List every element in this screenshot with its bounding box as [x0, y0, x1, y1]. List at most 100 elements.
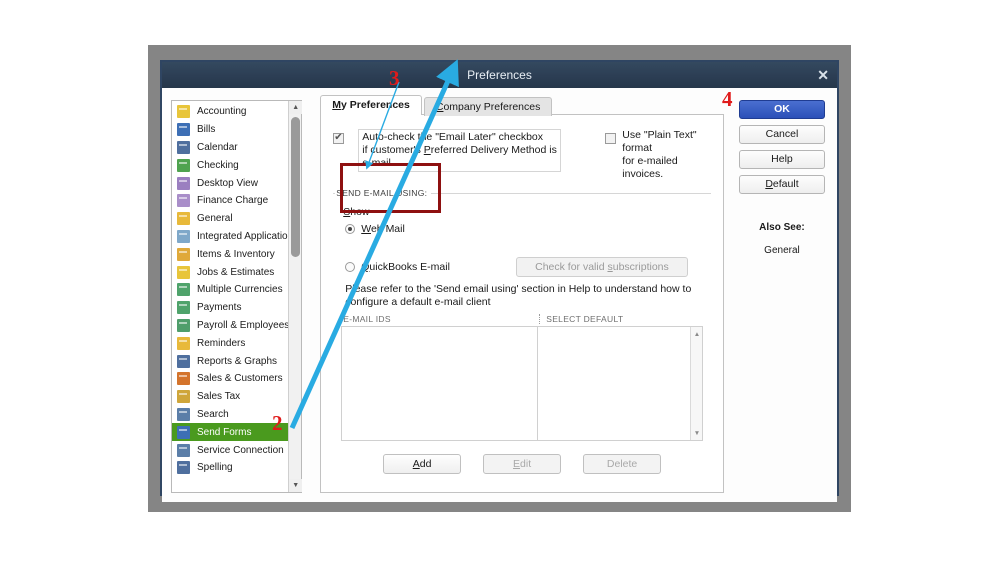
webmail-option-row[interactable]: Web Mail	[345, 223, 703, 235]
sidebar-item-label: Payroll & Employees	[197, 319, 290, 331]
sidebar-item-service-connection[interactable]: Service Connection	[172, 441, 301, 459]
preferences-category-sidebar: Accounting Bills Calendar Checking Desktop V…	[171, 100, 303, 493]
dialog-title-bar: Preferences ✕	[162, 62, 837, 88]
scroll-up-arrow-icon[interactable]: ▲	[691, 328, 703, 340]
column-header-select-default: SELECT DEFAULT	[539, 314, 623, 324]
sidebar-scrollbar-thumb[interactable]	[291, 117, 301, 257]
checkbox-row: Auto-check the "Email Later" checkbox if…	[333, 129, 711, 181]
quickbooks-email-option-row[interactable]: QuickBooks E-mail Check for valid subscr…	[345, 257, 703, 277]
sidebar-item-integrated-applications[interactable]: Integrated Applications	[172, 228, 301, 246]
sidebar-item-label: Checking	[197, 159, 239, 171]
sidebar-item-label: Integrated Applications	[197, 230, 299, 242]
close-icon[interactable]: ✕	[817, 62, 829, 88]
cancel-button[interactable]: Cancel	[738, 125, 825, 144]
also-see-general-link[interactable]: General	[764, 245, 800, 256]
edit-button[interactable]: Edit	[483, 454, 562, 474]
tab-my-preferences-label: y Preferences	[340, 99, 410, 111]
tab-company-preferences[interactable]: Company Preferences	[423, 97, 553, 116]
plain-text-format-label: Use "Plain Text" format for e-mailed inv…	[622, 129, 711, 181]
email-list-scrollbar[interactable]: ▲ ▼	[689, 327, 703, 440]
sidebar-item-label: Calendar	[197, 141, 238, 153]
sidebar-item-checking[interactable]: Checking	[172, 156, 301, 174]
default-button-accel: D	[765, 178, 773, 190]
reminders-icon	[177, 336, 190, 350]
help-button[interactable]: Help	[738, 150, 825, 169]
sidebar-item-reports-graphs[interactable]: Reports & Graphs	[172, 352, 301, 370]
subs-btn-post: ubscriptions	[612, 261, 669, 273]
sidebar-scrollbar[interactable]: ▲ ▼	[288, 101, 303, 492]
show-label-text: how	[350, 206, 370, 218]
sidebar-item-label: Reminders	[197, 337, 246, 349]
reports-graphs-icon	[177, 354, 190, 368]
sidebar-item-jobs-estimates[interactable]: Jobs & Estimates	[172, 263, 301, 281]
help-note-line-1: Please refer to the 'Send email using' s…	[345, 283, 692, 295]
sidebar-item-items-inventory[interactable]: Items & Inventory	[172, 245, 301, 263]
ok-button-label: OK	[774, 103, 790, 115]
finance-charge-icon	[177, 194, 190, 208]
scroll-down-arrow-icon[interactable]: ▼	[289, 479, 303, 492]
sidebar-item-bills[interactable]: Bills	[172, 121, 301, 139]
ok-button[interactable]: OK	[738, 100, 825, 119]
check-valid-subscriptions-button[interactable]: Check for valid subscriptions	[515, 257, 688, 277]
sidebar-item-spelling[interactable]: Spelling	[172, 459, 301, 477]
sidebar-item-label: Accounting	[197, 106, 247, 118]
send-email-using-legend: SEND E-MAIL USING:	[335, 188, 432, 198]
email-ids-list-box[interactable]: ▲ ▼	[341, 326, 703, 441]
email-ids-list-header: E-MAIL IDS SELECT DEFAULT	[341, 313, 703, 326]
default-button[interactable]: Default	[738, 175, 825, 194]
sales-customers-icon	[177, 372, 190, 386]
sidebar-item-label: Send Forms	[197, 426, 252, 438]
webmail-radio[interactable]	[345, 224, 356, 234]
sidebar-item-desktop-view[interactable]: Desktop View	[172, 174, 301, 192]
add-button[interactable]: Add	[383, 454, 462, 474]
sidebar-item-payroll-employees[interactable]: Payroll & Employees	[172, 317, 301, 335]
sidebar-item-label: Service Connection	[197, 444, 284, 456]
sidebar-item-multiple-currencies[interactable]: Multiple Currencies	[172, 281, 301, 299]
preferences-tabs: My Preferences Company Preferences	[320, 95, 724, 116]
scroll-down-arrow-icon[interactable]: ▼	[691, 427, 703, 439]
email-list-action-buttons: Add Edit Delete	[341, 454, 703, 474]
plain-text-format-checkbox[interactable]	[605, 133, 617, 144]
general-icon	[177, 212, 190, 226]
tab-my-preferences[interactable]: My Preferences	[320, 95, 422, 115]
send-forms-icon	[177, 425, 190, 439]
sidebar-item-finance-charge[interactable]: Finance Charge	[172, 192, 301, 210]
preferences-content: My Preferences Company Preferences Auto-…	[320, 95, 724, 493]
auto-check-email-later-checkbox[interactable]	[333, 131, 345, 144]
sidebar-item-label: Reports & Graphs	[197, 355, 278, 367]
sidebar-item-label: Jobs & Estimates	[197, 266, 275, 278]
select-default-pane[interactable]: ▲ ▼	[538, 327, 702, 440]
sales-tax-icon	[177, 390, 190, 404]
edit-button-accel: E	[513, 458, 521, 470]
sidebar-item-search[interactable]: Search	[172, 406, 301, 424]
send-email-using-group: SEND E-MAIL USING: Show Web Mail QuickBo…	[333, 188, 711, 482]
default-button-label: efault	[772, 178, 799, 190]
plain-text-line-2: for e-mailed invoices.	[622, 155, 678, 180]
auto-check-line-1: Auto-check the "Email Later" checkbox	[362, 131, 544, 143]
payments-icon	[177, 301, 190, 315]
sidebar-item-sales-tax[interactable]: Sales Tax	[172, 388, 301, 406]
sidebar-item-payments[interactable]: Payments	[172, 299, 301, 317]
quickbooks-email-label: QuickBooks E-mail	[361, 261, 450, 273]
delete-button[interactable]: Delete	[583, 454, 662, 474]
scroll-up-arrow-icon[interactable]: ▲	[289, 101, 303, 114]
edit-button-label: dit	[520, 458, 532, 470]
sidebar-item-sales-customers[interactable]: Sales & Customers	[172, 370, 301, 388]
sidebar-item-label: Desktop View	[197, 177, 258, 189]
email-ids-list-wrapper: E-MAIL IDS SELECT DEFAULT ▲ ▼	[341, 313, 703, 441]
calendar-icon	[177, 140, 190, 154]
desktop-view-icon	[177, 176, 190, 190]
sidebar-item-accounting[interactable]: Accounting	[172, 103, 301, 121]
add-button-accel: A	[412, 458, 420, 470]
my-preferences-panel: Auto-check the "Email Later" checkbox if…	[320, 114, 724, 493]
sidebar-item-calendar[interactable]: Calendar	[172, 139, 301, 157]
quickbooks-email-radio[interactable]	[345, 262, 356, 272]
sidebar-item-general[interactable]: General	[172, 210, 301, 228]
help-button-label: Help	[771, 153, 793, 165]
sidebar-item-send-forms[interactable]: Send Forms	[172, 423, 302, 442]
send-email-help-note: Please refer to the 'Send email using' s…	[345, 283, 703, 309]
jobs-estimates-icon	[177, 265, 190, 279]
sidebar-item-label: Spelling	[197, 462, 233, 474]
email-ids-pane[interactable]	[342, 327, 539, 440]
sidebar-item-reminders[interactable]: Reminders	[172, 334, 301, 352]
